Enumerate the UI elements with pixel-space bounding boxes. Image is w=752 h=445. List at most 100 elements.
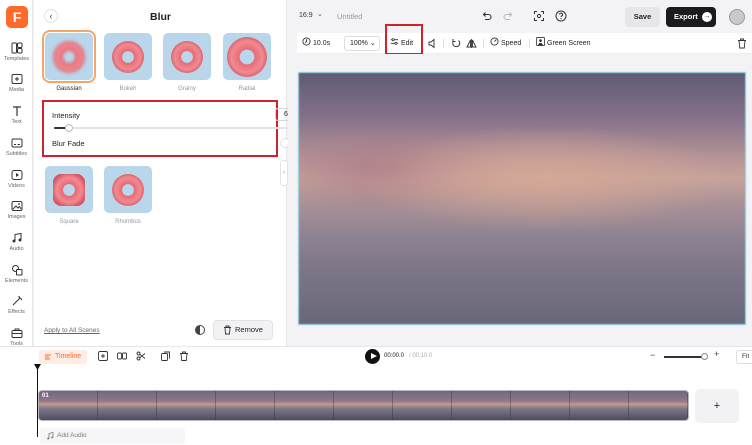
flip-icon[interactable] — [466, 37, 477, 50]
rail-label: Text — [11, 119, 22, 125]
current-time: 00:00.0 — [384, 353, 405, 359]
intensity-slider-knob[interactable] — [64, 124, 73, 132]
effect-label: Bokeh — [119, 86, 137, 92]
apply-to-all-scenes-link[interactable]: Apply to All Scenes — [44, 327, 100, 334]
green-screen-label: Green Screen — [547, 40, 591, 47]
project-title[interactable]: Untitled — [337, 12, 362, 21]
scissors-icon[interactable] — [136, 351, 146, 361]
clock-icon — [302, 37, 311, 46]
timeline-zoom-knob[interactable] — [701, 353, 708, 360]
zoom-value: 100% — [350, 40, 368, 47]
rail-label: Media — [9, 87, 24, 93]
remove-label: Remove — [235, 325, 263, 334]
rail-label: Elements — [5, 278, 28, 284]
rail-item-tools[interactable]: Tools — [0, 327, 33, 347]
effect-label: Square — [59, 219, 79, 225]
speedometer-icon — [490, 37, 499, 46]
aspect-ratio-select[interactable]: 16:9 — [299, 12, 313, 19]
playhead[interactable] — [37, 367, 38, 437]
chevron-down-icon: ⌄ — [317, 11, 323, 18]
help-icon[interactable] — [555, 10, 567, 22]
rail-item-elements[interactable]: Elements — [0, 264, 33, 284]
panel-title: Blur — [150, 11, 171, 23]
effect-label: Grainy — [178, 86, 196, 92]
duplicate-icon[interactable] — [161, 351, 171, 361]
templates-icon — [11, 42, 22, 54]
undo-icon[interactable] — [480, 10, 492, 22]
speed-label: Speed — [501, 40, 522, 47]
rail-label: Effects — [8, 309, 25, 315]
radial-preview — [227, 37, 267, 77]
elements-icon — [11, 265, 22, 276]
effect-thumb-bokeh[interactable] — [104, 33, 152, 80]
timeline-icon — [45, 354, 51, 360]
gaussian-preview — [53, 41, 85, 73]
effect-label: Radial — [238, 86, 256, 92]
effect-thumb-radial[interactable] — [223, 33, 271, 80]
rotate-icon[interactable] — [451, 37, 461, 50]
trash-icon[interactable] — [179, 351, 189, 361]
zoom-select[interactable]: 100% ⌄ — [344, 36, 380, 51]
compare-icon[interactable] — [195, 325, 205, 335]
chevron-down-icon: ⌄ — [369, 40, 376, 47]
effect-thumb-rhombus[interactable] — [104, 166, 152, 213]
export-label: Export — [674, 12, 698, 21]
grainy-preview — [171, 41, 203, 73]
images-icon — [11, 201, 22, 211]
rail-label: Videos — [8, 183, 25, 189]
rail-item-images[interactable]: Images — [0, 200, 33, 220]
intensity-label: Intensity — [52, 111, 80, 120]
edit-label: Edit — [401, 40, 414, 47]
speed-button[interactable]: Speed — [490, 37, 521, 50]
panel-collapse-handle[interactable]: ‹ — [280, 160, 288, 186]
effect-label: Rhombus — [115, 219, 141, 225]
rail-label: Templates — [3, 56, 30, 62]
audio-icon — [12, 232, 21, 243]
rail-item-media[interactable]: Media — [0, 73, 33, 93]
green-screen-button[interactable]: Green Screen — [536, 37, 591, 50]
rail-item-videos[interactable]: Videos — [0, 169, 33, 189]
add-clip-button[interactable]: + — [695, 389, 739, 423]
screenshot-icon[interactable] — [533, 10, 545, 22]
rail-item-effects[interactable]: Effects — [0, 295, 33, 315]
rail-item-templates[interactable]: Templates — [0, 42, 33, 62]
duration-button[interactable]: 10.0s — [302, 37, 330, 50]
rail-item-text[interactable]: Text — [0, 105, 33, 125]
edit-button[interactable]: Edit — [390, 37, 413, 50]
trash-icon[interactable] — [737, 37, 747, 50]
timeline-zoom-slider[interactable] — [664, 356, 706, 358]
effect-thumb-grainy[interactable] — [163, 33, 211, 80]
rail-item-audio[interactable]: Audio — [0, 232, 33, 252]
divider — [529, 39, 530, 48]
export-button[interactable]: Export → — [666, 7, 716, 27]
save-button[interactable]: Save — [625, 7, 660, 27]
rail-item-subtitles[interactable]: Subtitles — [0, 137, 33, 157]
video-preview[interactable] — [298, 72, 746, 325]
avatar[interactable] — [729, 9, 745, 25]
arrow-right-icon: → — [702, 12, 712, 22]
play-button[interactable] — [365, 349, 380, 364]
app-logo[interactable]: F — [6, 6, 28, 28]
square-preview — [53, 174, 85, 206]
timeline-tab[interactable]: Timeline — [39, 350, 87, 364]
split-icon[interactable] — [117, 351, 127, 361]
fit-button[interactable]: Fit — [736, 350, 752, 364]
effect-thumb-gaussian[interactable] — [42, 30, 96, 83]
add-audio-button[interactable]: Add Audio — [40, 428, 185, 444]
redo-icon[interactable] — [503, 10, 515, 22]
clip-frames — [39, 391, 688, 420]
zoom-in-button[interactable]: + — [714, 349, 719, 359]
video-clip-track[interactable]: 01 — [38, 390, 689, 421]
intensity-slider[interactable] — [54, 124, 297, 132]
person-screen-icon — [536, 37, 545, 46]
effect-thumb-square[interactable] — [45, 166, 93, 213]
trash-icon — [224, 325, 231, 335]
add-audio-label: Add Audio — [57, 432, 87, 439]
remove-button[interactable]: Remove — [213, 320, 273, 340]
add-box-icon[interactable] — [98, 351, 108, 361]
left-rail: F Templates Media Text Subtitles Videos … — [0, 0, 33, 347]
volume-icon[interactable] — [428, 37, 438, 50]
bokeh-preview — [112, 41, 144, 73]
zoom-out-button[interactable]: − — [650, 350, 655, 360]
rhombus-preview — [112, 174, 144, 206]
